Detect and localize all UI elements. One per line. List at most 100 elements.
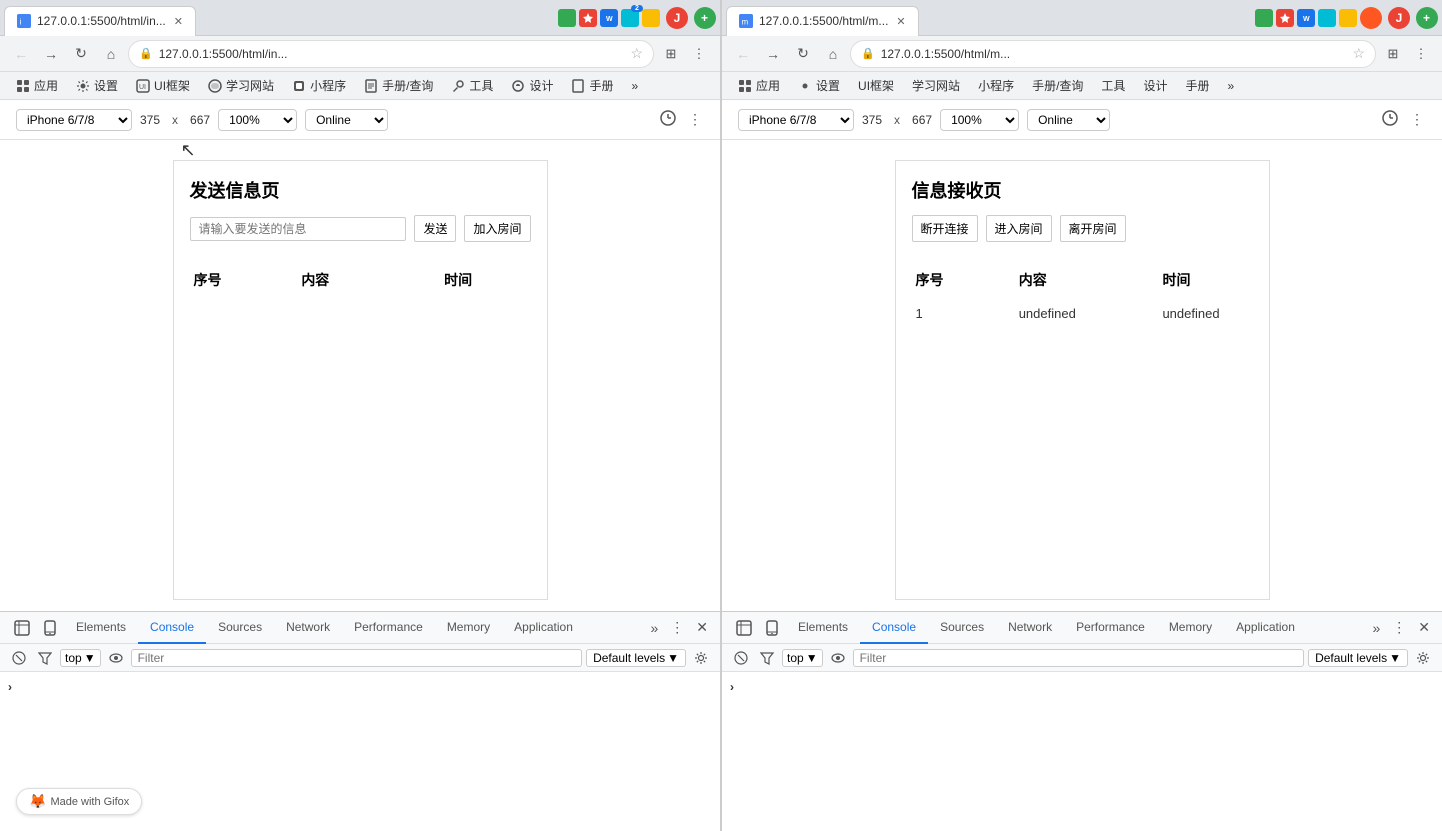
left-dt-network[interactable]: Network [274,612,342,644]
ext-icon-bookmark[interactable] [579,9,597,27]
right-bm-design[interactable]: 设计 [1135,75,1175,96]
left-ext-add[interactable]: + [694,7,716,29]
left-home-btn[interactable]: ⌂ [98,41,124,67]
left-console-filter-toggle[interactable] [34,649,56,667]
left-tab-search-btn[interactable]: ⊞ [658,41,684,67]
right-online-select[interactable]: Online [1027,109,1110,131]
right-ext-blue[interactable]: W [1297,9,1315,27]
left-zoom-select[interactable]: 100% [218,109,297,131]
right-more-options-btn[interactable]: ⋮ [1408,108,1426,131]
right-console-clear-btn[interactable] [730,649,752,667]
left-dt-more-tabs[interactable]: » [646,618,662,638]
left-dt-device-btn[interactable] [36,612,64,644]
right-address-bar[interactable]: 🔒 127.0.0.1:5500/html/m... ☆ [850,40,1376,68]
left-dt-memory[interactable]: Memory [435,612,502,644]
left-dt-sources[interactable]: Sources [206,612,274,644]
left-join-btn[interactable]: 加入房间 [464,215,530,242]
left-console-gear-btn[interactable] [690,649,712,667]
right-home-btn[interactable]: ⌂ [820,41,846,67]
right-cache-btn[interactable] [1380,108,1400,131]
right-console-gear-btn[interactable] [1412,649,1434,667]
right-dt-more-tabs[interactable]: » [1368,618,1384,638]
left-console-prompt[interactable]: › [8,680,712,694]
left-cache-btn[interactable] [658,108,678,131]
right-dt-inspect-btn[interactable] [730,612,758,644]
right-dt-performance[interactable]: Performance [1064,612,1157,644]
left-console-context-selector[interactable]: top ▼ [60,649,101,667]
right-console-filter-toggle[interactable] [756,649,778,667]
right-more-btn[interactable]: ⋮ [1408,41,1434,67]
left-console-filter-input[interactable] [131,649,582,667]
bm-handbook[interactable]: 手册 [563,75,621,96]
left-send-btn[interactable]: 发送 [414,215,456,242]
right-back-btn[interactable]: ← [730,41,756,67]
left-bookmark-star[interactable]: ☆ [630,45,643,62]
left-dt-application[interactable]: Application [502,612,585,644]
right-zoom-select[interactable]: 100% [940,109,1019,131]
bm-apps[interactable]: 应用 [8,75,66,96]
right-bookmark-star[interactable]: ☆ [1352,45,1365,62]
right-dt-elements[interactable]: Elements [786,612,860,644]
left-back-btn[interactable]: ← [8,41,34,67]
left-dt-performance[interactable]: Performance [342,612,435,644]
bm-design[interactable]: 设计 [503,75,561,96]
right-ext-add[interactable]: + [1416,7,1438,29]
right-forward-btn[interactable]: → [760,41,786,67]
right-console-filter-input[interactable] [853,649,1304,667]
right-dt-close[interactable]: ✕ [1414,617,1434,638]
right-bm-miniapp[interactable]: 小程序 [970,75,1022,96]
left-console-eye-btn[interactable] [105,649,127,667]
right-bm-overflow[interactable]: » [1219,77,1242,95]
right-dt-settings[interactable]: ⋮ [1388,617,1410,638]
left-dt-settings[interactable]: ⋮ [666,617,688,638]
right-bm-manual[interactable]: 手册/查询 [1024,75,1091,96]
bm-learnsite[interactable]: 学习网站 [200,75,282,96]
right-ext-red[interactable] [1276,9,1294,27]
right-leave-btn[interactable]: 离开房间 [1060,215,1126,242]
right-ext-yellow[interactable] [1339,9,1357,27]
right-console-levels[interactable]: Default levels ▼ [1308,649,1408,667]
bm-tools[interactable]: 工具 [443,75,501,96]
right-dt-console[interactable]: Console [860,612,928,644]
ext-icon-green[interactable] [558,9,576,27]
left-dt-inspect-btn[interactable] [8,612,36,644]
right-join-btn[interactable]: 进入房间 [986,215,1052,242]
left-reload-btn[interactable]: ↻ [68,41,94,67]
right-profile-icon[interactable]: J [1388,7,1410,29]
right-bm-uiframework[interactable]: UI框架 [850,75,902,96]
right-console-context-selector[interactable]: top ▼ [782,649,823,667]
right-device-select[interactable]: iPhone 6/7/8 [738,109,854,131]
left-device-select[interactable]: iPhone 6/7/8 [16,109,132,131]
right-dt-memory[interactable]: Memory [1157,612,1224,644]
bm-settings[interactable]: 设置 [68,75,126,96]
left-more-options-btn[interactable]: ⋮ [686,108,704,131]
left-more-btn[interactable]: ⋮ [686,41,712,67]
left-tab-close[interactable]: ✕ [174,15,183,28]
right-bm-settings[interactable]: 设置 [790,75,848,96]
left-address-bar[interactable]: 🔒 127.0.0.1:5500/html/in... ☆ [128,40,654,68]
left-tab[interactable]: i 127.0.0.1:5500/html/in... ✕ [4,6,196,36]
right-ext-orange[interactable] [1360,7,1382,29]
right-bm-learnsite[interactable]: 学习网站 [904,75,968,96]
right-bm-handbook[interactable]: 手册 [1177,75,1217,96]
left-dt-console[interactable]: Console [138,612,206,644]
right-console-eye-btn[interactable] [827,649,849,667]
left-forward-btn[interactable]: → [38,41,64,67]
right-dt-sources[interactable]: Sources [928,612,996,644]
right-tab-search-btn[interactable]: ⊞ [1380,41,1406,67]
ext-icon-blue[interactable]: W [600,9,618,27]
left-console-levels[interactable]: Default levels ▼ [586,649,686,667]
left-profile-icon[interactable]: J [666,7,688,29]
left-dt-elements[interactable]: Elements [64,612,138,644]
bm-uiframework[interactable]: UI UI框架 [128,75,198,96]
right-ext-teal[interactable] [1318,9,1336,27]
right-tab[interactable]: m 127.0.0.1:5500/html/m... ✕ [726,6,919,36]
right-disconnect-btn[interactable]: 断开连接 [912,215,978,242]
bm-manual[interactable]: 手册/查询 [356,75,441,96]
right-bm-apps[interactable]: 应用 [730,75,788,96]
right-bm-tools[interactable]: 工具 [1093,75,1133,96]
right-ext-green[interactable] [1255,9,1273,27]
right-dt-device-btn[interactable] [758,612,786,644]
right-reload-btn[interactable]: ↻ [790,41,816,67]
left-console-clear-btn[interactable] [8,649,30,667]
